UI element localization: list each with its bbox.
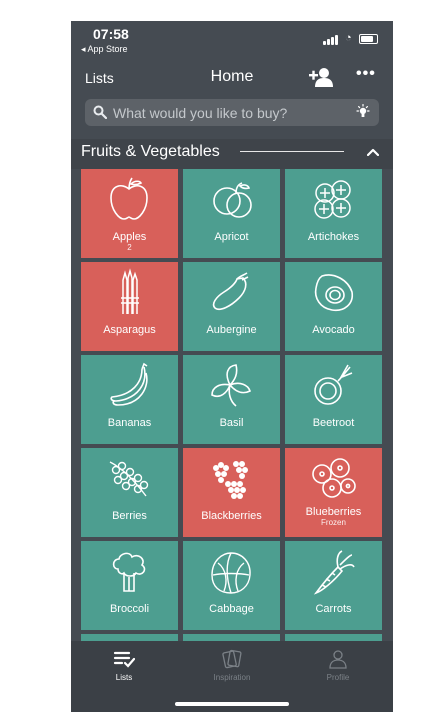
tab-label: Profile: [326, 673, 350, 682]
status-bar: 07:58 ◂ App Store ◔: [71, 21, 393, 61]
broccoli-icon: [112, 552, 146, 592]
item-tile-cabbage[interactable]: Cabbage: [183, 541, 280, 630]
wifi-icon: ◔: [345, 32, 352, 44]
add-user-icon[interactable]: [308, 66, 334, 88]
search-bar[interactable]: [85, 99, 379, 126]
lists-icon: [113, 651, 135, 668]
chevron-up-icon[interactable]: [367, 148, 379, 156]
cabbage-icon: [211, 552, 251, 594]
item-label: Apples: [112, 231, 147, 243]
item-tile-apples[interactable]: Apples 2: [81, 169, 178, 258]
item-label: Basil: [219, 417, 244, 429]
navigation-bar: Lists Home •••: [71, 65, 393, 91]
blueberries-icon: [312, 458, 356, 498]
inspiration-icon: [222, 649, 242, 669]
artichoke-icon: [314, 180, 351, 219]
item-label: Apricot: [214, 231, 249, 243]
tab-label: Lists: [115, 673, 133, 682]
item-note: Frozen: [321, 518, 346, 527]
item-label: Avocado: [312, 324, 355, 336]
carrot-icon: [313, 550, 355, 595]
berries-icon: [109, 461, 149, 497]
item-tile-carrots[interactable]: Carrots: [285, 541, 382, 630]
item-tile-berries[interactable]: Berries: [81, 448, 178, 537]
item-label: Beetroot: [312, 417, 355, 429]
lightbulb-icon[interactable]: [355, 104, 371, 120]
home-indicator[interactable]: [175, 702, 289, 706]
item-label: Artichokes: [307, 231, 360, 243]
aubergine-icon: [212, 272, 249, 311]
banana-icon: [110, 362, 148, 406]
item-tile-avocado[interactable]: Avocado: [285, 262, 382, 351]
asparagus-icon: [121, 268, 139, 314]
battery-icon: [359, 34, 378, 44]
search-icon: [93, 105, 107, 119]
status-time: 07:58: [93, 26, 129, 42]
item-tile-bananas[interactable]: Bananas: [81, 355, 178, 444]
item-label: Carrots: [315, 603, 352, 615]
page-title: Home: [210, 68, 254, 85]
tab-label: Inspiration: [213, 673, 251, 682]
basil-icon: [211, 364, 251, 407]
item-quantity: 2: [127, 243, 132, 252]
item-tile-broccoli[interactable]: Broccoli: [81, 541, 178, 630]
item-tile-apricot[interactable]: Apricot: [183, 169, 280, 258]
beetroot-icon: [314, 364, 353, 405]
tab-profile[interactable]: Profile: [293, 649, 383, 685]
item-label: Blackberries: [201, 510, 262, 522]
item-tile-beetroot[interactable]: Beetroot: [285, 355, 382, 444]
profile-icon: [329, 650, 347, 669]
blackberries-icon: [213, 461, 248, 499]
item-grid: Apples 2 Apricot Artichokes Asparagus Au…: [81, 169, 383, 641]
item-tile-partial[interactable]: [285, 634, 382, 641]
back-to-app-store[interactable]: ◂ App Store: [81, 44, 128, 55]
item-tile-artichokes[interactable]: Artichokes: [285, 169, 382, 258]
avocado-icon: [314, 274, 354, 312]
apple-icon: [110, 177, 148, 220]
section-divider: [240, 151, 344, 152]
tab-lists[interactable]: Lists: [79, 649, 169, 685]
section-title: Fruits & Vegetables: [81, 143, 220, 160]
item-label: Cabbage: [209, 603, 254, 615]
item-tile-blackberries[interactable]: Blackberries: [183, 448, 280, 537]
item-tile-blueberries[interactable]: Blueberries Frozen: [285, 448, 382, 537]
phone-screen: 07:58 ◂ App Store ◔ Lists Home ••• What …: [71, 21, 393, 712]
item-label: Bananas: [107, 417, 152, 429]
item-tile-basil[interactable]: Basil: [183, 355, 280, 444]
item-tile-aubergine[interactable]: Aubergine: [183, 262, 280, 351]
tab-inspiration[interactable]: Inspiration: [187, 649, 277, 685]
item-tile-partial[interactable]: [183, 634, 280, 641]
item-tile-asparagus[interactable]: Asparagus: [81, 262, 178, 351]
search-input[interactable]: [113, 103, 343, 122]
item-label: Asparagus: [103, 324, 156, 336]
item-label: Aubergine: [206, 324, 257, 336]
item-label: Blueberries: [305, 506, 362, 518]
apricot-icon: [213, 182, 252, 218]
item-label: Broccoli: [109, 603, 150, 615]
item-tile-partial[interactable]: [81, 634, 178, 641]
item-label: Berries: [112, 510, 147, 522]
section-header[interactable]: Fruits & Vegetables: [71, 139, 393, 169]
system-icons: ◔: [323, 31, 379, 45]
more-options-icon[interactable]: •••: [356, 65, 376, 83]
